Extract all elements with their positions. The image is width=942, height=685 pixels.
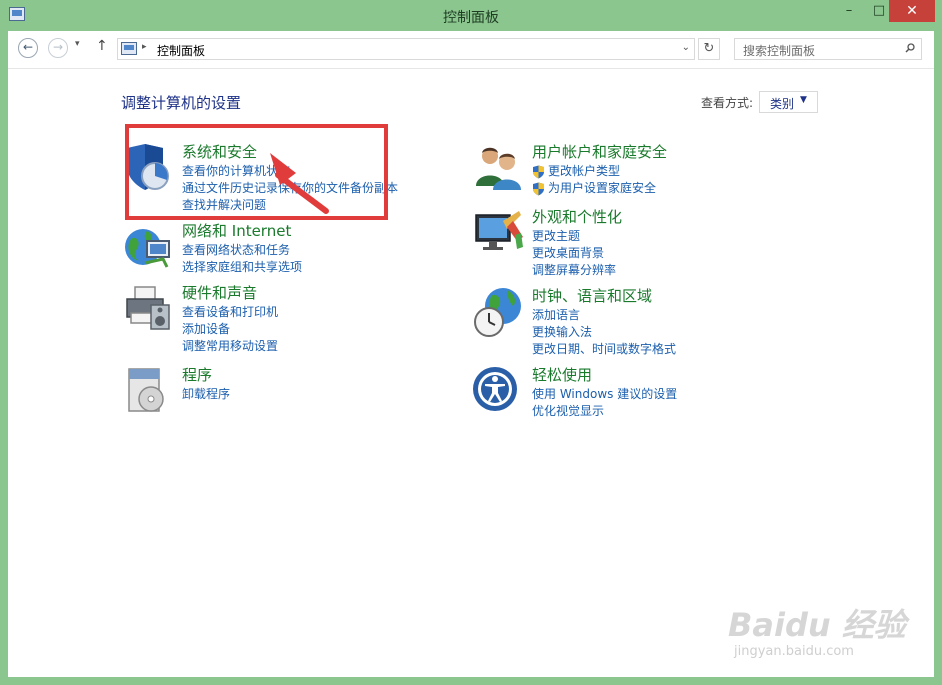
forward-button[interactable]: →	[48, 38, 68, 58]
back-button[interactable]: ←	[18, 38, 38, 58]
view-by-label: 查看方式:	[701, 96, 754, 110]
category-title[interactable]: 轻松使用	[532, 365, 592, 385]
category-title[interactable]: 网络和 Internet	[182, 221, 291, 241]
link-change-input-method[interactable]: 更换输入法	[532, 324, 676, 341]
link-change-theme[interactable]: 更改主题	[532, 228, 616, 245]
link-add-language[interactable]: 添加语言	[532, 307, 676, 324]
navigation-bar: ← → ▾ ↑ ▸ 控制面板 ⌄ ↻ 搜索控制面板	[8, 31, 934, 69]
minimize-button[interactable]: –	[829, 0, 869, 22]
breadcrumb-control-panel[interactable]: 控制面板	[157, 42, 205, 59]
title-bar: 控制面板 – □ ✕	[0, 0, 942, 31]
link-optimize-visual-display[interactable]: 优化视觉显示	[532, 403, 677, 420]
link-recommended-settings[interactable]: 使用 Windows 建议的设置	[532, 386, 677, 403]
chevron-right-icon[interactable]: ▸	[142, 42, 147, 52]
link-label: 为用户设置家庭安全	[548, 181, 657, 195]
link-add-device[interactable]: 添加设备	[182, 321, 278, 338]
uac-shield-icon	[533, 165, 544, 179]
category-title[interactable]: 用户帐户和家庭安全	[532, 142, 667, 162]
chevron-down-icon: ▼	[800, 95, 807, 105]
link-network-status[interactable]: 查看网络状态和任务	[182, 242, 302, 259]
programs-icon[interactable]	[123, 365, 175, 417]
ease-of-access-icon[interactable]	[473, 365, 525, 417]
link-homegroup-sharing[interactable]: 选择家庭组和共享选项	[182, 259, 302, 276]
baidu-jingyan-logo: Baidu 经验	[728, 606, 906, 644]
annotation-arrow-icon	[270, 153, 329, 214]
window-title: 控制面板	[443, 10, 499, 26]
maximize-button[interactable]: □	[869, 0, 889, 22]
search-icon[interactable]	[905, 43, 915, 53]
view-by-dropdown[interactable]: 类别 ▼	[759, 91, 818, 113]
page-title: 调整计算机的设置	[121, 94, 242, 112]
link-devices-printers[interactable]: 查看设备和打印机	[182, 304, 278, 321]
search-placeholder: 搜索控制面板	[743, 44, 816, 58]
control-panel-icon	[121, 42, 137, 55]
link-change-account-type[interactable]: 更改帐户类型	[532, 163, 656, 180]
view-by-value: 类别	[770, 97, 795, 111]
globe-clock-icon[interactable]	[473, 286, 525, 338]
watermark: Baidu 经验 jingyan.baidu.com	[724, 600, 934, 670]
uac-shield-icon	[533, 182, 544, 196]
refresh-button[interactable]: ↻	[698, 38, 720, 60]
network-icon[interactable]	[123, 221, 175, 273]
link-desktop-background[interactable]: 更改桌面背景	[532, 245, 616, 262]
up-button[interactable]: ↑	[96, 38, 108, 54]
category-title[interactable]: 程序	[182, 365, 212, 385]
chevron-down-icon[interactable]: ⌄	[682, 42, 690, 53]
link-date-time-format[interactable]: 更改日期、时间或数字格式	[532, 341, 676, 358]
link-mobility-settings[interactable]: 调整常用移动设置	[182, 338, 278, 355]
address-box[interactable]: ▸ 控制面板 ⌄	[117, 38, 695, 60]
printer-icon[interactable]	[123, 283, 175, 335]
control-panel-window: ← → ▾ ↑ ▸ 控制面板 ⌄ ↻ 搜索控制面板 调整计算机的设置 查看方式:…	[8, 31, 934, 677]
search-input[interactable]: 搜索控制面板	[734, 38, 922, 60]
close-button[interactable]: ✕	[889, 0, 935, 22]
link-label: 更改帐户类型	[548, 164, 621, 178]
category-title[interactable]: 时钟、语言和区域	[532, 286, 652, 306]
watermark-url: jingyan.baidu.com	[734, 644, 854, 659]
category-title[interactable]: 硬件和声音	[182, 283, 257, 303]
link-family-safety[interactable]: 为用户设置家庭安全	[532, 180, 656, 197]
link-screen-resolution[interactable]: 调整屏幕分辨率	[532, 262, 616, 279]
category-title[interactable]: 外观和个性化	[532, 207, 622, 227]
recent-locations-button[interactable]: ▾	[75, 39, 80, 49]
appearance-icon[interactable]	[473, 207, 525, 259]
link-uninstall-program[interactable]: 卸载程序	[182, 386, 230, 403]
users-icon[interactable]	[473, 142, 525, 194]
